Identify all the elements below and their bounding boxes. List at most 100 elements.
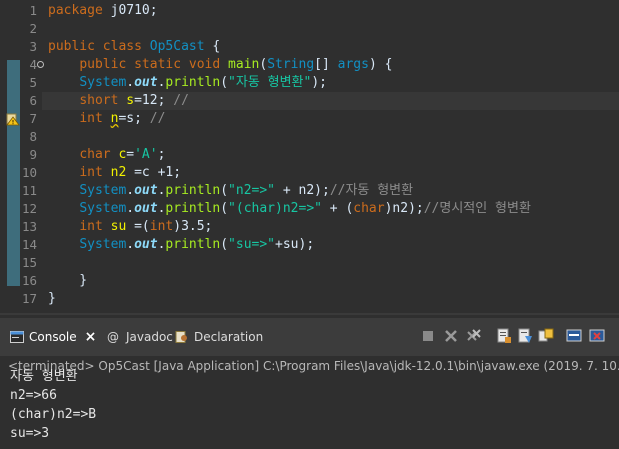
code-token: ( — [220, 237, 229, 252]
code-token: out — [134, 75, 158, 90]
code-line: short s=12; // — [48, 92, 189, 110]
tab-label: Javadoc — [126, 330, 173, 344]
terminate-icon[interactable] — [420, 328, 436, 344]
code-token: main — [228, 57, 260, 72]
code-token: =s; — [118, 111, 150, 126]
code-token: println — [165, 201, 221, 216]
code-token: String — [267, 57, 315, 72]
code-token: // — [173, 93, 189, 108]
code-token: +su); — [275, 237, 315, 252]
code-line: System.out.println("자동 형변환"); — [48, 74, 327, 92]
code-token: out — [134, 237, 158, 252]
code-line: public class Op5Cast { — [48, 38, 220, 56]
code-token: "자동 형변환" — [228, 75, 312, 90]
code-token: )n2); — [384, 201, 424, 216]
code-token: out — [134, 201, 158, 216]
code-token: 'A' — [134, 147, 158, 162]
code-token: } — [48, 291, 56, 306]
code-line: System.out.println("su=>"+su); — [48, 236, 314, 254]
code-line: int n=s; // — [48, 110, 165, 128]
code-token: System — [79, 183, 127, 198]
console-icon — [10, 331, 24, 343]
line-number: 9 — [29, 147, 37, 162]
remove-all-terminated-icon[interactable] — [466, 328, 482, 344]
line-number: 7 — [29, 111, 37, 126]
view-tab-bar: Console × @ Javadoc Declaration — [0, 318, 619, 356]
line-number: 8 — [29, 129, 37, 144]
warning-icon[interactable] — [6, 112, 20, 126]
code-token: = — [126, 147, 135, 162]
pin-console-icon[interactable] — [517, 328, 533, 344]
code-token: int — [79, 111, 103, 126]
code-token: Op5Cast — [149, 39, 205, 54]
line-number: 16 — [21, 273, 37, 288]
tab-declaration[interactable]: Declaration — [175, 326, 263, 348]
code-token: . — [126, 75, 135, 90]
declaration-icon — [175, 331, 187, 343]
code-token: [] — [314, 57, 338, 72]
folding-range-bar — [7, 60, 20, 286]
tab-label: Declaration — [194, 330, 264, 344]
fold-toggle-icon[interactable] — [37, 61, 44, 68]
tab-console[interactable]: Console × — [10, 326, 96, 348]
console-status-line: <terminated> Op5Cast [Java Application] … — [8, 359, 619, 373]
line-number: 13 — [21, 219, 37, 234]
line-number: 10 — [21, 165, 37, 180]
code-token: class — [102, 39, 142, 54]
code-token: System — [79, 237, 127, 252]
code-token: int — [79, 165, 103, 180]
code-token: { — [204, 39, 221, 54]
code-token: out — [134, 183, 158, 198]
code-token: args — [337, 57, 369, 72]
line-number: 14 — [21, 237, 37, 252]
code-editor[interactable]: 1 package j0710; 2 3 public class Op5Cast {4… — [0, 0, 619, 313]
line-number: 12 — [21, 201, 37, 216]
code-token: "(char)n2=>" — [228, 201, 322, 216]
code-token: . — [126, 237, 135, 252]
code-line: } — [48, 272, 87, 290]
code-line: package j0710; — [48, 2, 158, 20]
code-line: char c='A'; — [48, 146, 165, 164]
code-token: =12; — [134, 93, 174, 108]
output-line: n2=>66 — [10, 388, 57, 403]
code-token: ( — [220, 75, 229, 90]
code-token: ( — [220, 201, 229, 216]
code-token: //자동 형변환 — [329, 183, 414, 198]
line-number: 1 — [29, 3, 37, 18]
code-token: "su=>" — [228, 237, 276, 252]
tab-javadoc[interactable]: @ Javadoc — [107, 326, 173, 348]
line-number: 11 — [21, 183, 37, 198]
code-token: char — [353, 201, 385, 216]
code-token: ( — [220, 183, 229, 198]
line-number: 6 — [29, 93, 37, 108]
code-token: s — [126, 93, 135, 108]
code-token: char — [79, 147, 111, 162]
word-wrap-icon[interactable] — [538, 328, 554, 344]
code-line: public static void main(String[] args) { — [48, 56, 392, 74]
line-number: 4 — [29, 57, 37, 72]
output-line: su=>3 — [10, 426, 50, 441]
code-token: . — [126, 201, 135, 216]
output-line: 자동 형변환 — [10, 369, 78, 384]
close-icon[interactable]: × — [85, 329, 97, 345]
open-console-icon[interactable] — [589, 328, 605, 344]
remove-launch-icon[interactable] — [443, 328, 459, 344]
code-line: } — [48, 290, 56, 308]
code-token: // — [149, 111, 166, 126]
scroll-lock-icon[interactable] — [496, 328, 512, 344]
display-selected-console-icon[interactable] — [566, 328, 582, 344]
code-token: su — [110, 219, 127, 234]
code-token: } — [48, 273, 88, 288]
code-token: ; — [157, 147, 166, 162]
